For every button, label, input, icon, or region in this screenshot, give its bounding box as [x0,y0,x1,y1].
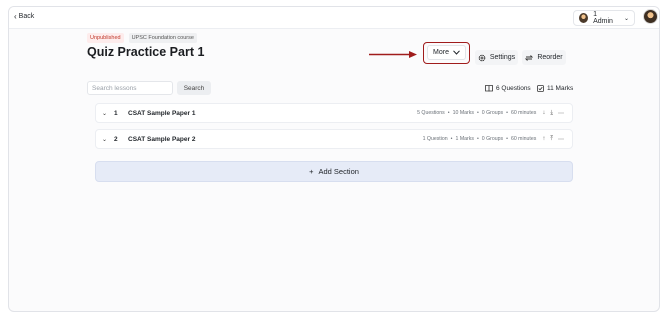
search-button-label: Search [183,84,205,92]
more-button[interactable]: More [427,45,466,60]
reorder-button[interactable]: Reorder [522,50,566,65]
app-window: ‹ Back 1 Admin ⌄ Unpublished UPSC Founda… [8,6,660,312]
section-actions: ↑ ⤒ ⋯ [542,136,564,143]
back-label: Back [18,13,35,20]
section-meta: 5 Questions • 10 Marks • 0 Groups • 60 minu… [417,110,537,116]
move-bottom-icon[interactable]: ⤓ [550,110,553,117]
search-button[interactable]: Search [177,81,211,95]
status-badge: Unpublished [87,33,124,43]
course-badges: Unpublished UPSC Foundation course [87,33,197,43]
section-marks: 1 Marks [455,136,474,142]
section-groups: 0 Groups [481,110,504,116]
questions-count: 6 Questions [485,85,531,92]
back-link[interactable]: ‹ Back [14,12,35,21]
more-options-icon[interactable]: ⋯ [558,110,564,117]
checkbox-icon [537,85,544,92]
chevron-down-icon [453,50,460,55]
section-name: CSAT Sample Paper 2 [128,135,196,143]
settings-label: Settings [489,54,516,61]
user-name: 1 Admin [593,11,613,25]
top-bar: ‹ Back 1 Admin ⌄ [9,7,659,29]
arrow-down-icon[interactable]: ↓ [542,110,545,117]
avatar [579,13,589,23]
section-meta: 1 Question • 1 Marks • 0 Groups • 60 minute… [422,136,537,142]
chevron-down-icon: ⌄ [623,15,629,22]
profile-avatar[interactable] [643,9,658,24]
settings-button[interactable]: Settings [475,50,518,65]
chevron-left-icon: ‹ [14,12,17,21]
reorder-icon [525,54,534,61]
add-section-button[interactable]: + Add Section [95,161,573,182]
section-index: 2 [114,135,118,143]
book-icon [485,85,493,92]
marks-count: 11 Marks [537,85,573,92]
questions-label: 6 Questions [496,85,531,92]
annotation-arrow [369,51,417,58]
gear-icon [478,54,486,61]
reorder-label: Reorder [537,54,563,61]
add-section-label: Add Section [318,167,359,176]
section-marks: 10 Marks [452,110,474,116]
chevron-down-icon[interactable]: ⌄ [102,110,114,117]
section-groups: 0 Groups [481,136,504,142]
section-row[interactable]: ⌄ 1 CSAT Sample Paper 1 5 Questions • 10 … [95,103,573,123]
section-questions: 1 Question [422,136,448,142]
search-input[interactable] [87,81,173,95]
course-badge: UPSC Foundation course [128,33,197,43]
section-questions: 5 Questions [417,110,445,116]
page-title: Quiz Practice Part 1 [87,45,205,59]
chevron-down-icon[interactable]: ⌄ [102,136,114,143]
section-actions: ↓ ⤓ ⋯ [542,110,564,117]
section-name: CSAT Sample Paper 1 [128,109,196,117]
user-menu[interactable]: 1 Admin ⌄ [573,10,635,26]
section-duration: 60 minutes [510,110,537,116]
plus-icon: + [309,167,314,176]
marks-label: 11 Marks [547,85,574,92]
section-duration: 60 minutes [510,136,537,142]
arrow-up-icon[interactable]: ↑ [542,136,545,143]
section-index: 1 [114,109,118,117]
more-label: More [433,49,449,56]
more-options-icon[interactable]: ⋯ [558,136,564,143]
move-top-icon[interactable]: ⤒ [550,136,553,143]
section-row[interactable]: ⌄ 2 CSAT Sample Paper 2 1 Question • 1 Ma… [95,129,573,149]
